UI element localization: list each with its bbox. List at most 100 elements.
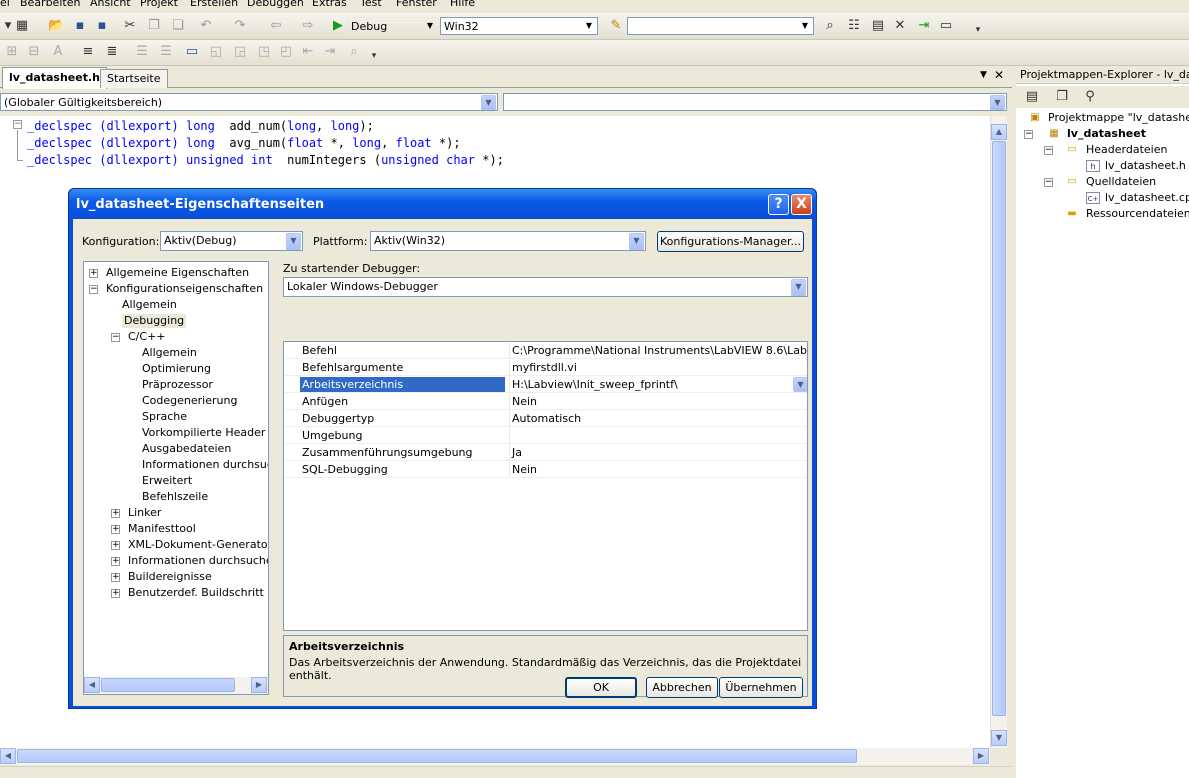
scroll-left-icon[interactable]: ◀: [84, 677, 100, 693]
bookmark-icon[interactable]: ▭: [184, 45, 200, 59]
undo-icon[interactable]: ↶: [198, 19, 214, 33]
open-folder-icon[interactable]: 📂: [48, 19, 64, 33]
scroll-thumb[interactable]: [992, 141, 1006, 716]
redo-icon[interactable]: ↷: [232, 19, 248, 33]
menu-file[interactable]: ei: [0, 0, 10, 9]
tree-item[interactable]: Vorkompilierte Header: [142, 426, 265, 440]
solution-node[interactable]: Projektmappe "lv_datasheet": [1048, 111, 1189, 125]
tree-item[interactable]: Benutzerdef. Buildschritt: [128, 586, 264, 600]
outdent-icon[interactable]: ≡: [80, 45, 96, 59]
property-tree[interactable]: + Allgemeine Eigenschaften − Konfigurations…: [83, 261, 269, 695]
expand-icon[interactable]: +: [89, 269, 98, 278]
project-node[interactable]: lv_datasheet: [1067, 127, 1146, 141]
menu-window[interactable]: Fenster: [396, 0, 437, 9]
start-debug-icon[interactable]: ▶: [330, 19, 346, 33]
menu-help[interactable]: Hilfe: [450, 0, 475, 9]
header-file-node[interactable]: lv_datasheet.h: [1105, 159, 1186, 173]
tree-item[interactable]: Allgemeine Eigenschaften: [106, 266, 249, 280]
tree-item[interactable]: Allgemein: [142, 346, 197, 360]
tree-item[interactable]: Ausgabedateien: [142, 442, 231, 456]
tree-item[interactable]: Informationen durchsuch: [142, 458, 268, 472]
property-value[interactable]: Ja: [509, 445, 807, 460]
config-manager-button[interactable]: Konfigurations-Manager...: [657, 231, 804, 252]
property-row[interactable]: SQL-Debugging Nein: [284, 461, 807, 478]
navigate-forward-icon[interactable]: ⇨: [300, 19, 316, 33]
solution-platform-select[interactable]: Win32 ▼: [440, 17, 598, 35]
tree-item[interactable]: Buildereignisse: [128, 570, 212, 584]
next-bookmark-folder-icon[interactable]: ◰: [278, 45, 294, 59]
menu-edit[interactable]: Bearbeiten: [20, 0, 80, 9]
find-combo[interactable]: ▼: [627, 17, 814, 35]
tab-lv-datasheet-h[interactable]: lv_datasheet.h: [2, 67, 107, 89]
scroll-up-icon[interactable]: ▲: [991, 124, 1007, 140]
tree-item[interactable]: Konfigurationseigenschaften: [106, 282, 263, 296]
chevron-down-icon[interactable]: ▼: [793, 377, 807, 392]
expand-icon[interactable]: +: [111, 557, 120, 566]
menu-build[interactable]: Erstellen: [190, 0, 238, 9]
copy-icon[interactable]: ❐: [146, 19, 162, 33]
collapse-icon[interactable]: −: [1044, 178, 1053, 187]
save-icon[interactable]: ▪: [72, 19, 88, 33]
property-value[interactable]: C:\Programme\National Instruments\LabVIE…: [509, 343, 807, 358]
source-file-node[interactable]: lv_datasheet.cpp: [1105, 191, 1189, 205]
quick-info-icon[interactable]: A: [50, 45, 66, 59]
property-value[interactable]: [509, 428, 807, 443]
scroll-thumb[interactable]: [101, 678, 235, 692]
clear-bookmarks-icon[interactable]: ⌕: [346, 45, 362, 59]
platform-select[interactable]: Aktiv(Win32) ▼: [370, 231, 646, 251]
navigate-back-icon[interactable]: ⇦: [268, 19, 284, 33]
indent-icon[interactable]: ≣: [104, 45, 120, 59]
property-row[interactable]: Debuggertyp Automatisch: [284, 410, 807, 427]
new-project-icon[interactable]: ▦: [14, 19, 30, 33]
expand-icon[interactable]: +: [111, 525, 120, 534]
scroll-right-icon[interactable]: ▶: [251, 677, 267, 693]
debugger-select[interactable]: Lokaler Windows-Debugger ▼: [283, 277, 808, 297]
tree-item[interactable]: Codegenerierung: [142, 394, 237, 408]
tree-item[interactable]: C/C++: [128, 330, 166, 344]
header-folder-node[interactable]: Headerdateien: [1086, 143, 1167, 157]
tree-item[interactable]: Befehlszeile: [142, 490, 208, 504]
property-row[interactable]: Befehl C:\Programme\National Instruments\…: [284, 342, 807, 359]
scroll-left-icon[interactable]: ◀: [0, 748, 16, 764]
tree-item[interactable]: Optimierung: [142, 362, 211, 376]
expand-icon[interactable]: +: [111, 541, 120, 550]
tree-item[interactable]: Linker: [128, 506, 161, 520]
toolbar-options-icon[interactable]: ▾: [366, 49, 382, 63]
tree-item[interactable]: Präprozessor: [142, 378, 213, 392]
tree-item[interactable]: Debugging: [122, 314, 187, 328]
command-window-icon[interactable]: ▭: [938, 19, 954, 33]
scroll-right-icon[interactable]: ▶: [973, 748, 989, 764]
solution-explorer-icon[interactable]: ⌕: [822, 19, 838, 33]
solution-config-select[interactable]: Debug ▼: [347, 17, 439, 35]
close-button[interactable]: X: [791, 194, 812, 215]
menu-view[interactable]: Ansicht: [90, 0, 131, 9]
property-row[interactable]: Zusammenführungsumgebung Ja: [284, 444, 807, 461]
scroll-down-icon[interactable]: ▼: [991, 730, 1007, 746]
view-class-diagram-icon[interactable]: ⚲: [1082, 90, 1098, 104]
cancel-button[interactable]: Abbrechen: [646, 677, 718, 698]
close-icon[interactable]: ✕: [994, 68, 1004, 82]
property-grid[interactable]: Befehl C:\Programme\National Instruments\…: [283, 341, 808, 631]
property-row[interactable]: Umgebung: [284, 427, 807, 444]
tree-item[interactable]: Informationen durchsuchen: [128, 554, 268, 568]
resource-folder-node[interactable]: Ressourcendateien: [1086, 207, 1189, 221]
collapse-icon[interactable]: −: [1044, 146, 1053, 155]
tree-item[interactable]: Manifesttool: [128, 522, 196, 536]
ok-button[interactable]: OK: [565, 677, 637, 698]
next-bookmark-icon[interactable]: ◲: [232, 45, 248, 59]
toolbox-icon[interactable]: ✕: [892, 19, 908, 33]
properties-icon[interactable]: ▤: [1024, 90, 1040, 104]
cut-icon[interactable]: ✂: [122, 19, 138, 33]
find-in-files-icon[interactable]: ✎: [608, 19, 624, 33]
solution-tree[interactable]: ▣ Projektmappe "lv_datasheet" − ▦ lv_dat…: [1016, 109, 1189, 778]
uncomment-icon[interactable]: ☰: [158, 45, 174, 59]
menu-test[interactable]: Test: [360, 0, 382, 9]
next-bookmark-doc-icon[interactable]: ⇥: [322, 45, 338, 59]
expand-icon[interactable]: +: [111, 589, 120, 598]
tab-startseite[interactable]: Startseite: [100, 69, 168, 88]
tab-list-icon[interactable]: ▼: [980, 70, 987, 80]
source-folder-node[interactable]: Quelldateien: [1086, 175, 1156, 189]
collapse-icon[interactable]: −: [89, 285, 98, 294]
property-value[interactable]: myfirstdll.vi: [509, 360, 807, 375]
property-value[interactable]: Nein: [509, 462, 807, 477]
